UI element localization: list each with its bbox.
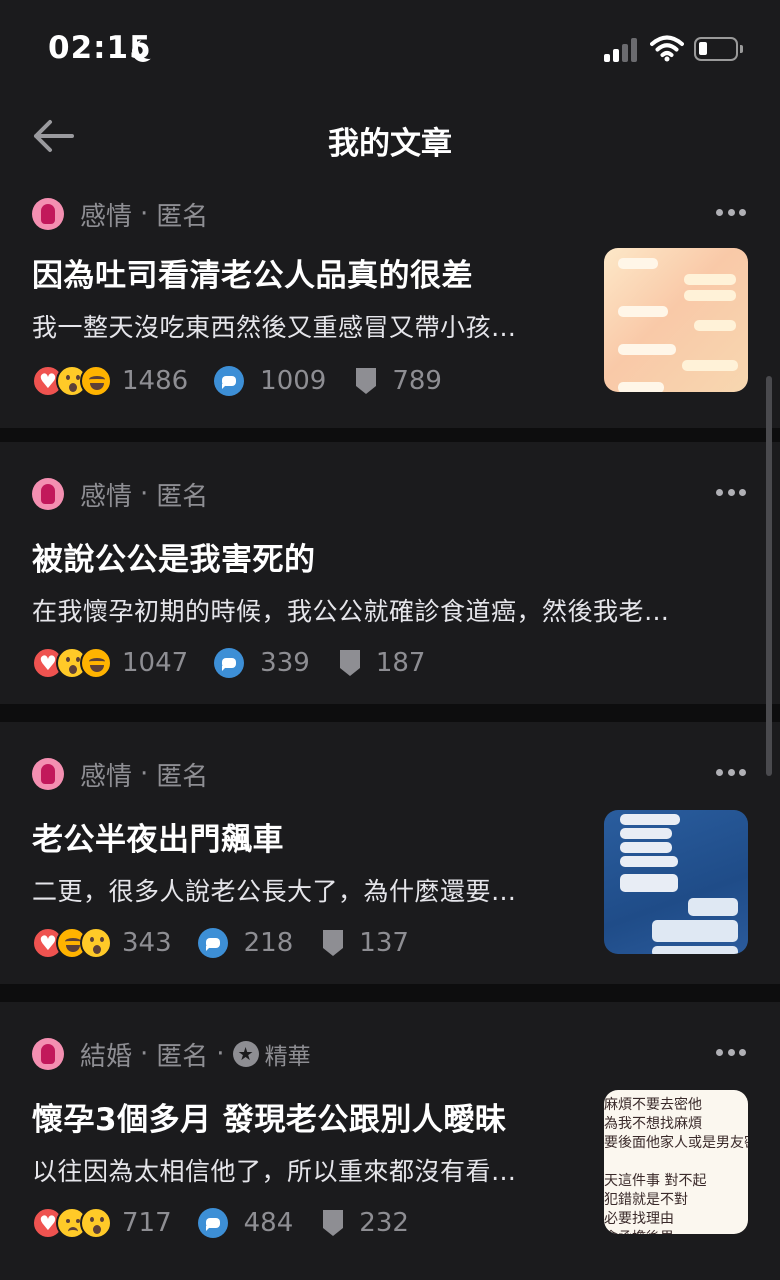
board-name: 感情 [80, 761, 133, 792]
board-name: 感情 [80, 201, 133, 232]
save-count: 187 [375, 648, 426, 678]
board-name: 感情 [80, 481, 133, 512]
comment-icon [197, 1208, 228, 1238]
avatar [32, 478, 64, 510]
scrollbar[interactable] [766, 376, 772, 776]
reactions [32, 1207, 112, 1239]
like-count: 1047 [122, 648, 189, 678]
save-count: 137 [359, 928, 409, 958]
author-name: 匿名 [156, 201, 209, 232]
comment-icon [197, 928, 228, 958]
author-name: 匿名 [156, 481, 209, 512]
post-stats: 1486 1009 789 [32, 364, 468, 398]
author-name: 匿名 [156, 1041, 209, 1072]
post-stats: 1047 339 187 [32, 646, 451, 680]
reactions [32, 365, 112, 397]
battery-icon [694, 37, 743, 61]
avatar [32, 198, 64, 230]
status-time: 02:15 [48, 30, 152, 66]
avatar [32, 758, 64, 790]
more-options-icon[interactable] [716, 1046, 746, 1058]
comment-icon [214, 366, 245, 396]
post-meta: 感情 · 匿名 [32, 196, 208, 232]
more-options-icon[interactable] [716, 206, 746, 218]
post-excerpt: 在我懷孕初期的時候，我公公就確診食道癌，然後我老… [32, 597, 670, 626]
avatar [32, 1038, 64, 1070]
bookmark-icon [323, 1210, 344, 1236]
post-meta: 感情 · 匿名 [32, 476, 208, 512]
post-card[interactable]: 感情 · 匿名 老公半夜出門飆車 二更，很多人說老公長大了，為什麼還要… 343… [0, 722, 780, 984]
board-name: 結婚 [80, 1041, 133, 1072]
laugh-reaction-icon [80, 365, 112, 397]
post-thumbnail [604, 248, 748, 392]
like-count: 343 [122, 928, 172, 958]
post-meta: 感情 · 匿名 [32, 756, 208, 792]
thumbnail-text: 麻煩不要去密他 為我不想找麻煩 要後面他家人或是男友密我 天這件事 對不起 犯錯… [604, 1097, 748, 1234]
like-count: 1486 [122, 366, 189, 396]
post-excerpt: 以往因為太相信他了，所以重來都沒有看… [32, 1157, 517, 1186]
wow-reaction-icon [80, 1207, 112, 1239]
bookmark-icon [339, 650, 360, 676]
page-title: 我的文章 [328, 126, 452, 162]
comment-count: 484 [243, 1208, 294, 1238]
post-excerpt: 二更，很多人說老公長大了，為什麼還要… [32, 877, 517, 906]
bookmark-icon [323, 930, 344, 956]
header: 我的文章 [0, 96, 780, 180]
post-thumbnail: 麻煩不要去密他 為我不想找麻煩 要後面他家人或是男友密我 天這件事 對不起 犯錯… [604, 1090, 748, 1234]
post-stats: 717 484 232 [32, 1206, 435, 1240]
comment-count: 218 [243, 928, 294, 958]
featured-label: 精華 [264, 1044, 311, 1070]
save-count: 232 [359, 1208, 409, 1238]
reactions [32, 647, 112, 679]
signal-icon [604, 38, 640, 62]
post-card[interactable]: 結婚 · 匿名 · ★ 精華 懷孕3個多月 發現老公跟別人曖昧 以往因為太相信他… [0, 1002, 780, 1280]
status-bar: 02:15 [0, 0, 780, 96]
reactions [32, 927, 112, 959]
save-count: 789 [392, 366, 442, 396]
featured-badge: ★ 精華 [232, 1037, 311, 1071]
comment-icon [214, 648, 245, 678]
comment-count: 339 [260, 648, 310, 678]
moon-icon [138, 37, 160, 59]
post-thumbnail [604, 810, 748, 954]
post-title: 懷孕3個多月 發現老公跟別人曖昧 [32, 1102, 507, 1138]
laugh-reaction-icon [80, 647, 112, 679]
more-options-icon[interactable] [716, 486, 746, 498]
post-card[interactable]: 感情 · 匿名 因為吐司看清老公人品真的很差 我一整天沒吃東西然後又重感冒又帶小… [0, 180, 780, 428]
post-title: 因為吐司看清老公人品真的很差 [32, 258, 473, 294]
comment-count: 1009 [260, 366, 327, 396]
bookmark-icon [356, 368, 377, 394]
wow-reaction-icon [80, 927, 112, 959]
author-name: 匿名 [156, 761, 209, 792]
wifi-icon [650, 35, 684, 62]
post-title: 被說公公是我害死的 [32, 542, 316, 578]
post-stats: 343 218 137 [32, 926, 435, 960]
post-title: 老公半夜出門飆車 [32, 822, 284, 858]
post-meta: 結婚 · 匿名 · ★ 精華 [32, 1036, 311, 1072]
post-card[interactable]: 感情 · 匿名 被說公公是我害死的 在我懷孕初期的時候，我公公就確診食道癌，然後… [0, 442, 780, 704]
more-options-icon[interactable] [716, 766, 746, 778]
star-icon: ★ [232, 1041, 259, 1067]
like-count: 717 [122, 1208, 172, 1238]
post-excerpt: 我一整天沒吃東西然後又重感冒又帶小孩… [32, 313, 517, 342]
